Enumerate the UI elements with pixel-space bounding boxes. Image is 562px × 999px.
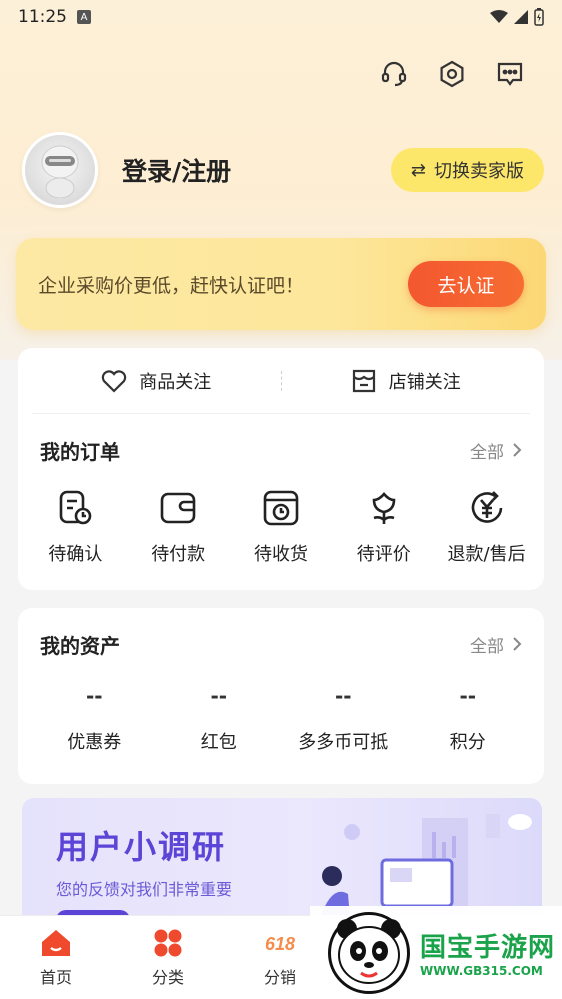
orders-view-all-label: 全部 bbox=[470, 442, 504, 463]
asset-label: 优惠券 bbox=[67, 732, 122, 753]
assets-view-all-label: 全部 bbox=[470, 636, 504, 657]
assets-view-all[interactable]: 全部 bbox=[470, 632, 522, 657]
package-icon bbox=[259, 486, 303, 530]
robot-avatar-icon bbox=[41, 145, 79, 198]
asset-label: 红包 bbox=[200, 732, 237, 753]
status-bar: 11:25 A bbox=[0, 0, 562, 34]
survey-title: 用户小调研 bbox=[56, 828, 227, 866]
order-label: 待付款 bbox=[151, 544, 206, 565]
login-register-link[interactable]: 登录/注册 bbox=[122, 152, 231, 188]
survey-banner[interactable]: 用户小调研 您的反馈对我们非常重要 bbox=[22, 798, 542, 918]
watermark-text: 国宝手游网 WWW.GB315.COM bbox=[420, 927, 555, 978]
asset-value: -- bbox=[334, 684, 352, 708]
refund-icon bbox=[465, 486, 509, 530]
battery-icon bbox=[534, 8, 544, 26]
certify-button[interactable]: 去认证 bbox=[408, 261, 524, 307]
tab-home-label: 首页 bbox=[39, 967, 72, 987]
orders-header: 我的订单 全部 bbox=[18, 414, 544, 486]
heart-icon bbox=[102, 369, 127, 393]
tab-category[interactable]: 分类 bbox=[112, 916, 224, 999]
shop-follow-button[interactable]: 店铺关注 bbox=[282, 368, 531, 394]
asset-points[interactable]: -- 积分 bbox=[406, 684, 531, 754]
watermark-name: 国宝手游网 bbox=[420, 933, 556, 963]
signal-icon bbox=[514, 10, 528, 24]
orders-card: 商品关注 店铺关注 我的订单 全部 待确认 待付款 待收货 待评价 退款/售后 bbox=[18, 348, 544, 590]
status-indicators bbox=[490, 8, 544, 26]
order-label: 待确认 bbox=[48, 544, 103, 565]
wallet-icon bbox=[156, 486, 200, 530]
order-label: 待评价 bbox=[356, 544, 411, 565]
order-pending-receipt[interactable]: 待收货 bbox=[230, 486, 333, 566]
asset-label: 多多币可抵 bbox=[298, 732, 389, 753]
switch-seller-label: 切换卖家版 bbox=[434, 161, 524, 182]
survey-subtitle: 您的反馈对我们非常重要 bbox=[56, 880, 233, 899]
asset-value: -- bbox=[459, 684, 477, 708]
order-pending-confirm[interactable]: 待确认 bbox=[24, 486, 127, 566]
watermark-url: WWW.GB315.COM bbox=[420, 964, 543, 978]
settings-icon[interactable] bbox=[436, 58, 468, 90]
orders-title: 我的订单 bbox=[40, 439, 120, 464]
order-status-row: 待确认 待付款 待收货 待评价 退款/售后 bbox=[18, 486, 544, 566]
survey-illustration bbox=[320, 814, 532, 918]
asset-coupon[interactable]: -- 优惠券 bbox=[32, 684, 157, 754]
assets-title: 我的资产 bbox=[40, 633, 120, 658]
header-actions bbox=[378, 58, 526, 90]
product-follow-label: 商品关注 bbox=[139, 371, 212, 393]
profile-section[interactable]: 登录/注册 bbox=[22, 132, 231, 208]
notification-icon: A bbox=[77, 10, 91, 24]
panda-logo-icon bbox=[328, 911, 410, 994]
confirm-icon bbox=[53, 486, 97, 530]
product-follow-button[interactable]: 商品关注 bbox=[32, 368, 281, 394]
shop-follow-label: 店铺关注 bbox=[388, 371, 461, 393]
orders-view-all[interactable]: 全部 bbox=[470, 438, 522, 463]
asset-value: -- bbox=[210, 684, 228, 708]
order-label: 待收货 bbox=[253, 544, 308, 565]
asset-coins[interactable]: -- 多多币可抵 bbox=[281, 684, 406, 754]
category-icon bbox=[154, 929, 182, 956]
status-time: 11:25 bbox=[18, 7, 67, 27]
svg-text:618: 618 bbox=[265, 934, 295, 954]
tab-home[interactable]: 首页 bbox=[0, 916, 112, 999]
shop-icon bbox=[352, 369, 375, 392]
avatar[interactable] bbox=[22, 132, 98, 208]
message-icon[interactable] bbox=[494, 58, 526, 90]
order-pending-payment[interactable]: 待付款 bbox=[127, 486, 230, 566]
tab-distribution-label: 分销 bbox=[263, 967, 296, 987]
flower-icon bbox=[362, 486, 406, 530]
switch-icon: ⇄ bbox=[410, 159, 426, 181]
chevron-right-icon bbox=[513, 443, 522, 457]
home-icon bbox=[42, 929, 70, 956]
cert-banner-text: 企业采购价更低，赶快认证吧！ bbox=[38, 274, 305, 297]
site-watermark: 国宝手游网 WWW.GB315.COM bbox=[310, 906, 562, 999]
asset-label: 积分 bbox=[449, 732, 486, 753]
customer-service-icon[interactable] bbox=[378, 58, 410, 90]
switch-seller-button[interactable]: ⇄ 切换卖家版 bbox=[390, 148, 544, 192]
follow-row: 商品关注 店铺关注 bbox=[32, 348, 530, 414]
order-pending-review[interactable]: 待评价 bbox=[332, 486, 435, 566]
assets-card: 我的资产 全部 -- 优惠券 -- 红包 -- 多多币可抵 -- 积分 bbox=[18, 608, 544, 784]
wifi-icon bbox=[490, 10, 508, 23]
assets-row: -- 优惠券 -- 红包 -- 多多币可抵 -- 积分 bbox=[18, 684, 544, 754]
assets-header: 我的资产 全部 bbox=[18, 608, 544, 680]
enterprise-cert-banner[interactable]: 企业采购价更低，赶快认证吧！ 去认证 bbox=[16, 238, 546, 330]
chevron-right-icon bbox=[513, 637, 522, 651]
order-label: 退款/售后 bbox=[447, 544, 526, 565]
order-refund[interactable]: 退款/售后 bbox=[435, 486, 538, 566]
618-icon: 618 bbox=[265, 934, 295, 954]
asset-value: -- bbox=[85, 684, 103, 708]
asset-red-packet[interactable]: -- 红包 bbox=[157, 684, 282, 754]
tab-category-label: 分类 bbox=[151, 967, 184, 987]
